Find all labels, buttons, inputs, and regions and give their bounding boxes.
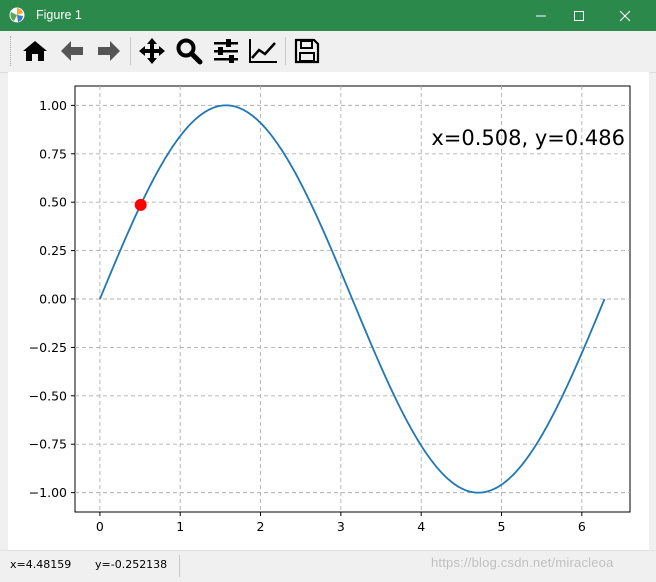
title-bar[interactable]: Figure 1 [0,0,656,31]
forward-button[interactable] [94,36,124,66]
y-tick-label: −0.25 [29,340,67,355]
arrow-right-icon [98,41,120,61]
sine-chart[interactable]: 0 1 2 3 4 5 6 −1.00 −0.75 −0.50 −0.25 0.00 0.25 0.50 0… [8,72,649,550]
pan-button[interactable] [137,36,167,66]
save-button[interactable] [292,36,322,66]
line-chart-icon [249,39,277,63]
x-tick-label: 3 [337,519,345,534]
y-tick-label: −0.75 [29,437,67,452]
matplotlib-app-icon [9,7,25,23]
y-tick-label: 0.75 [39,146,67,161]
home-button[interactable] [20,36,50,66]
cursor-y-readout: y=-0.252138 [95,558,168,571]
maximize-button[interactable] [556,0,602,31]
y-tick-label: −0.50 [29,388,67,403]
x-tick-label: 4 [417,519,425,534]
magnifier-icon [176,38,203,65]
status-divider [179,555,180,577]
marker-layer [134,198,147,211]
y-tick-label: −1.00 [29,485,67,500]
highlight-marker-point [134,198,147,211]
cursor-x-readout: x=4.48159 [10,558,72,571]
back-button[interactable] [57,36,87,66]
x-tick-label: 0 [96,519,104,534]
toolbar-separator [130,37,131,65]
watermark: https://blog.csdn.net/miracleoa [431,555,614,570]
navigation-toolbar [0,31,656,73]
move-icon [139,38,165,64]
y-tick-label: 0.50 [39,195,67,210]
close-icon [619,10,631,21]
edit-axis-button[interactable] [248,36,278,66]
x-tick-label: 1 [176,519,184,534]
figure-canvas[interactable]: 0 1 2 3 4 5 6 −1.00 −0.75 −0.50 −0.25 0.00 0.25 0.50 0… [8,72,649,550]
x-tick-label: 5 [498,519,506,534]
maximize-icon [574,10,584,21]
zoom-button[interactable] [174,36,204,66]
home-icon [23,41,47,61]
toolbar-separator [285,37,286,65]
coordinate-annotation: x=0.508, y=0.486 [431,126,625,150]
arrow-left-icon [61,41,83,61]
subplots-button[interactable] [211,36,241,66]
y-tick-label: 0.25 [39,243,67,258]
close-button[interactable] [602,0,648,31]
floppy-disk-icon [294,38,320,64]
minimize-icon [536,15,546,16]
y-tick-label: 0.00 [39,292,67,307]
y-tick-label: 1.00 [39,98,67,113]
x-tick-label: 6 [578,519,586,534]
window-title: Figure 1 [36,8,82,22]
sliders-icon [214,39,238,63]
figure-window: Figure 1 0 1 2 3 4 5 6 −1.00 −0.75 −0.50… [0,0,656,582]
x-tick-label: 2 [257,519,265,534]
toolbar-grip[interactable] [10,36,14,66]
